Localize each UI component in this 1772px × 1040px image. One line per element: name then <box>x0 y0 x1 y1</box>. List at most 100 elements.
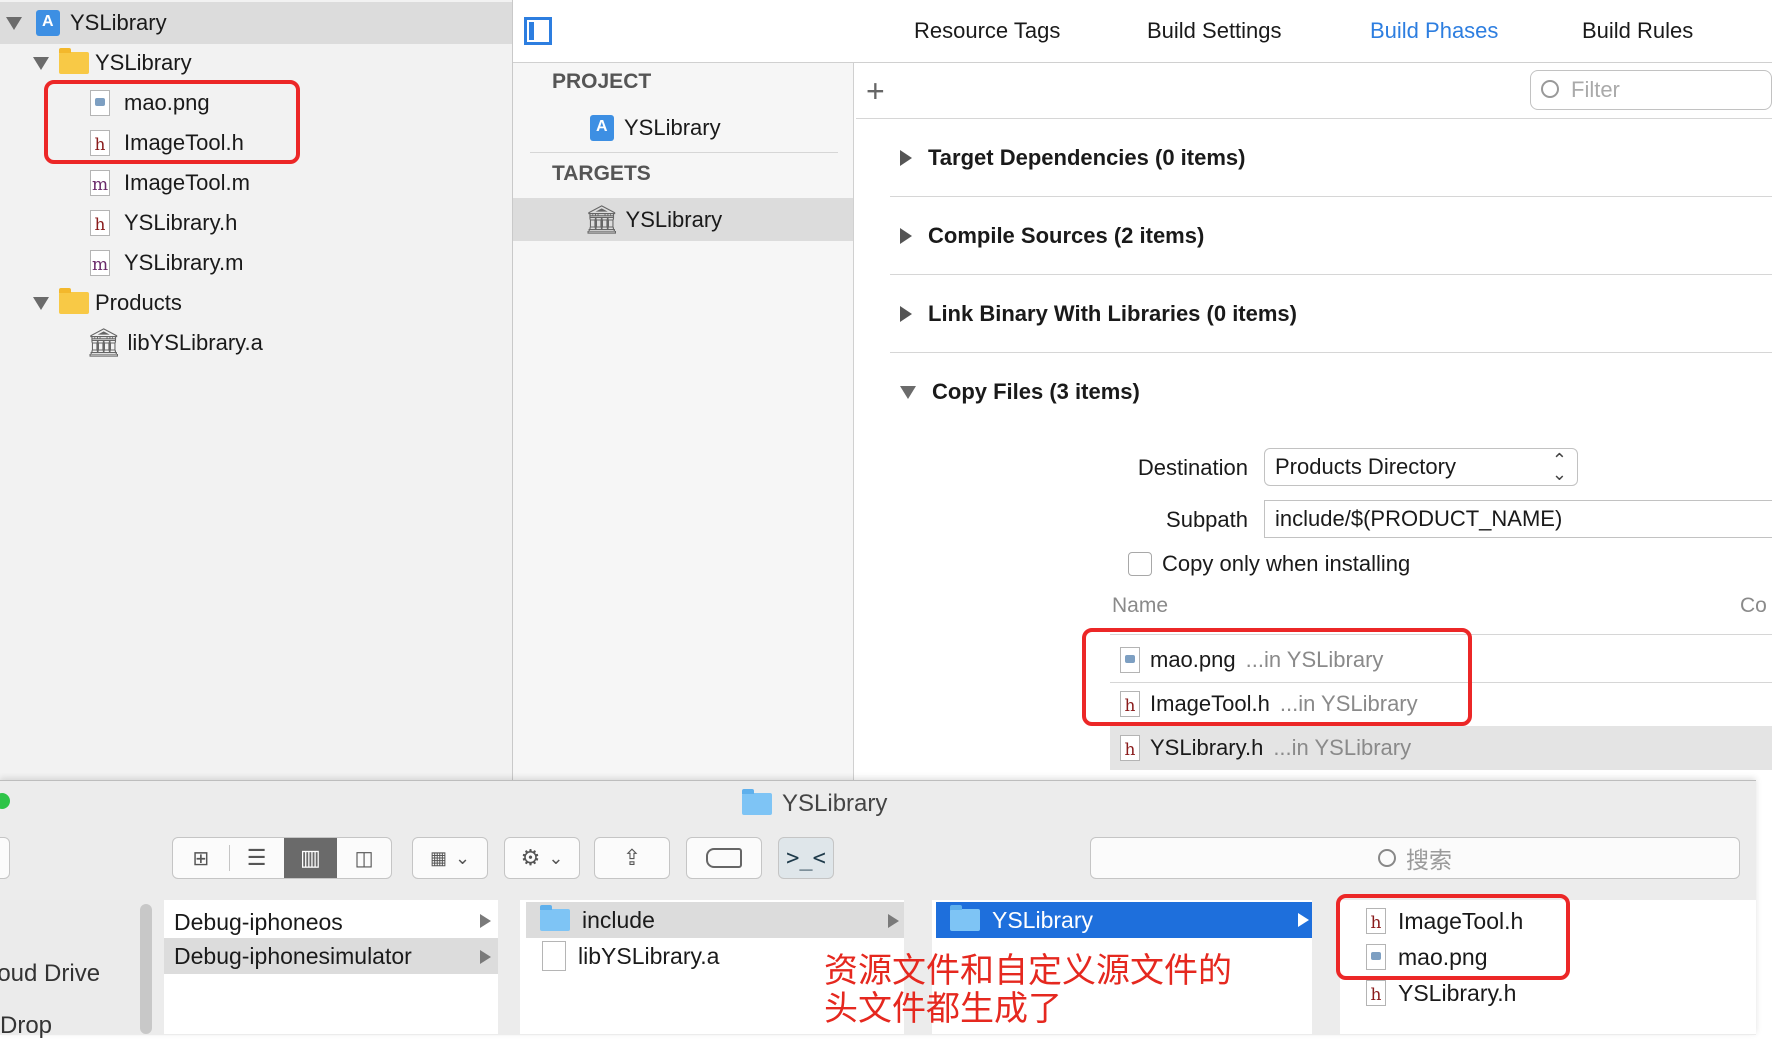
folder-icon <box>59 288 89 314</box>
file-item-libyslibrary-a[interactable]: 🏛 libYSLibrary.a <box>86 324 263 362</box>
file-label: libYSLibrary.a <box>127 330 263 355</box>
filter-field[interactable]: Filter <box>1530 70 1772 110</box>
tab-resource-tags[interactable]: Resource Tags <box>914 18 1060 44</box>
chevron-right-icon <box>888 914 899 928</box>
disclosure-triangle-icon[interactable] <box>33 296 49 310</box>
copy-only-checkbox[interactable] <box>1128 552 1152 576</box>
tab-build-phases[interactable]: Build Phases <box>1370 18 1498 44</box>
group-label: Products <box>95 290 182 315</box>
group-yslibrary[interactable]: YSLibrary <box>33 44 192 82</box>
finder-title-label: YSLibrary <box>782 790 888 817</box>
phase-title: Target Dependencies (0 items) <box>928 145 1246 170</box>
list-item-debug-iphonesimulator[interactable]: Debug-iphonesimulator <box>174 939 412 973</box>
destination-select[interactable]: Products Directory ⌃ ⌄ <box>1264 448 1578 486</box>
project-section-header: PROJECT <box>552 70 652 93</box>
add-phase-button[interactable]: + <box>866 75 885 107</box>
project-name: YSLibrary <box>70 10 167 35</box>
sidebar-item-icloud-drive[interactable]: loud Drive <box>0 960 100 988</box>
folder-icon <box>742 789 772 815</box>
finder-title: YSLibrary <box>742 789 888 818</box>
divider <box>856 118 1772 119</box>
divider <box>890 274 1772 275</box>
updown-chevron-icon: ⌃ ⌄ <box>1551 450 1567 484</box>
list-item-debug-iphoneos[interactable]: Debug-iphoneos <box>174 905 343 939</box>
list-item-include[interactable]: include <box>540 903 655 937</box>
file-label: YSLibrary.m <box>124 250 244 275</box>
column-view-icon[interactable]: ▥ <box>283 838 338 878</box>
copy-only-label: Copy only when installing <box>1162 551 1411 576</box>
tags-button[interactable] <box>686 837 762 879</box>
list-item-yslibrary[interactable]: YSLibrary <box>950 903 1093 937</box>
chevron-down-icon: ⌄ <box>548 847 564 868</box>
file-icon <box>542 941 566 971</box>
back-button[interactable] <box>0 837 10 879</box>
disclosure-triangle-icon[interactable] <box>900 150 912 166</box>
list-item-label: include <box>582 906 655 933</box>
target-item-label: YSLibrary <box>625 207 723 232</box>
icon-view-icon[interactable]: ⊞ <box>173 846 229 871</box>
sidebar-toggle-icon[interactable] <box>524 17 552 45</box>
search-placeholder: 搜索 <box>1406 847 1452 873</box>
highlight-box-finder <box>1336 894 1570 980</box>
list-item-label: YSLibrary <box>992 906 1093 933</box>
search-icon <box>1378 849 1396 867</box>
list-view-icon[interactable]: ☰ <box>228 845 284 871</box>
subpath-input[interactable]: include/$(PRODUCT_NAME) <box>1264 500 1772 538</box>
phase-title: Copy Files (3 items) <box>932 379 1140 404</box>
sidebar-item-airdrop[interactable]: rDrop <box>0 1012 52 1040</box>
group-by-button[interactable]: ▦ ⌄ <box>412 837 488 879</box>
targets-section-header: TARGETS <box>552 162 651 185</box>
disclosure-triangle-icon[interactable] <box>900 306 912 322</box>
phase-compile-sources[interactable]: Compile Sources (2 items) <box>900 223 1204 249</box>
list-item-label: YSLibrary.h <box>1398 979 1517 1006</box>
header-file-icon: h <box>1366 980 1386 1006</box>
phase-target-dependencies[interactable]: Target Dependencies (0 items) <box>900 145 1245 171</box>
list-item-label: libYSLibrary.a <box>578 942 720 969</box>
file-item-yslibrary-m[interactable]: m YSLibrary.m <box>90 244 243 282</box>
name-column-header: Name <box>1112 594 1169 617</box>
highlight-box-copy-files <box>1082 628 1472 726</box>
file-item-imagetool-m[interactable]: m ImageTool.m <box>90 164 250 202</box>
project-list-item[interactable]: YSLibrary <box>590 109 721 147</box>
chevron-right-icon <box>480 914 491 928</box>
list-item-yslibrary-h[interactable]: h YSLibrary.h <box>1366 976 1516 1010</box>
project-row[interactable]: YSLibrary <box>6 4 167 42</box>
file-item-yslibrary-h[interactable]: h YSLibrary.h <box>90 204 237 242</box>
implementation-file-icon: m <box>90 250 110 276</box>
disclosure-triangle-icon[interactable] <box>900 385 916 399</box>
tab-build-settings[interactable]: Build Settings <box>1147 18 1282 44</box>
gallery-view-icon[interactable]: ◫ <box>337 846 391 871</box>
tab-build-rules[interactable]: Build Rules <box>1582 18 1693 44</box>
filter-placeholder: Filter <box>1571 77 1620 102</box>
chevron-right-icon <box>480 950 491 964</box>
subpath-value: include/$(PRODUCT_NAME) <box>1275 506 1563 531</box>
copy-file-name: YSLibrary.h <box>1150 735 1264 760</box>
list-item-label: Debug-iphoneos <box>174 908 343 935</box>
phase-link-binary[interactable]: Link Binary With Libraries (0 items) <box>900 301 1297 327</box>
annotation-line-1: 资源文件和自定义源文件的 <box>824 951 1232 991</box>
terminal-button[interactable]: >_< <box>778 837 834 879</box>
sidebar-scrollbar[interactable] <box>140 904 152 1034</box>
library-icon: 🏛 <box>86 327 122 358</box>
annotation-line-2: 头文件都生成了 <box>824 989 1062 1029</box>
folder-icon <box>540 905 570 931</box>
disclosure-triangle-icon[interactable] <box>6 16 22 30</box>
folder-icon <box>950 905 980 931</box>
phase-copy-files[interactable]: Copy Files (3 items) <box>900 379 1140 405</box>
disclosure-triangle-icon[interactable] <box>900 228 912 244</box>
filter-icon <box>1541 80 1559 98</box>
terminal-icon: >_< <box>786 845 826 871</box>
finder-search-field[interactable]: 搜索 <box>1090 837 1740 879</box>
target-list-item[interactable]: 🏛 YSLibrary <box>584 201 722 239</box>
header-file-icon: h <box>90 210 110 236</box>
action-button[interactable]: ⚙ ⌄ <box>504 837 580 879</box>
view-mode-segmented-control[interactable]: ⊞ ☰ ▥ ◫ <box>172 837 392 879</box>
copy-file-row-selected[interactable]: h YSLibrary.h ...in YSLibrary <box>1110 726 1772 770</box>
tag-icon <box>706 848 742 868</box>
group-products[interactable]: Products <box>33 284 182 322</box>
code-column-header: Co <box>1740 594 1767 617</box>
disclosure-triangle-icon[interactable] <box>33 56 49 70</box>
list-item-libyslibrary-a[interactable]: libYSLibrary.a <box>542 939 719 973</box>
gear-icon: ⚙ <box>520 845 541 870</box>
share-button[interactable]: ⇪ <box>594 837 670 879</box>
